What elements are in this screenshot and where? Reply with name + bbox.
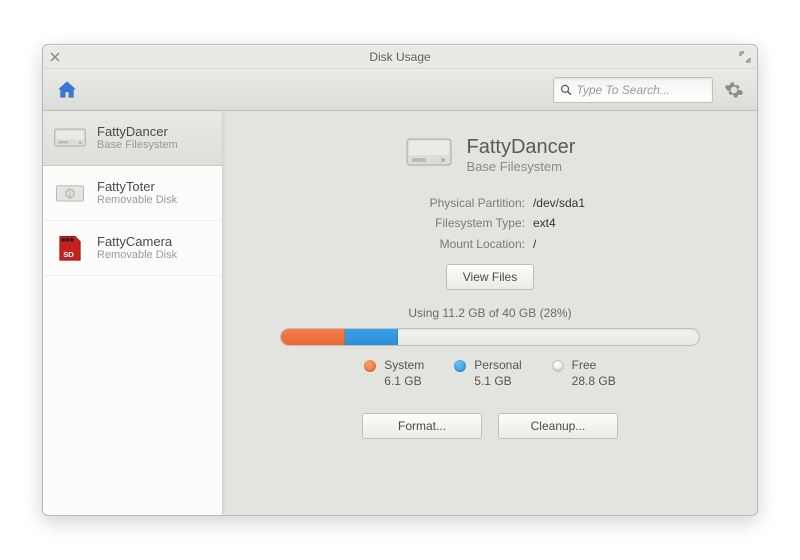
legend-value: 5.1 GB: [474, 374, 521, 390]
legend-dot-icon: [552, 360, 564, 372]
settings-button[interactable]: [721, 77, 747, 103]
legend-item-personal: Personal 5.1 GB: [454, 358, 521, 389]
maximize-icon[interactable]: [739, 51, 751, 63]
legend-item-system: System 6.1 GB: [364, 358, 424, 389]
device-subtitle: Base Filesystem: [467, 159, 576, 174]
prop-label-mount: Mount Location:: [395, 234, 525, 254]
usage-segment-system: [281, 329, 345, 345]
search-input[interactable]: [576, 83, 706, 97]
home-icon: [56, 79, 78, 101]
sd-card-icon: SD: [53, 231, 87, 265]
legend-value: 28.8 GB: [572, 374, 616, 390]
hdd-icon: [53, 121, 87, 155]
prop-label-partition: Physical Partition:: [395, 193, 525, 213]
window-title: Disk Usage: [369, 50, 430, 64]
legend-dot-icon: [364, 360, 376, 372]
sidebar-item-fattydancer[interactable]: FattyDancer Base Filesystem: [43, 111, 222, 166]
sidebar-item-fattycamera[interactable]: SD FattyCamera Removable Disk: [43, 221, 222, 276]
usage-summary: Using 11.2 GB of 40 GB (28%): [408, 306, 571, 320]
sidebar: FattyDancer Base Filesystem FattyToter R…: [43, 111, 223, 515]
sidebar-item-label: FattyToter: [97, 179, 177, 195]
sidebar-item-fattytoter[interactable]: FattyToter Removable Disk: [43, 166, 222, 221]
sidebar-item-subtitle: Base Filesystem: [97, 139, 178, 152]
legend-label: Personal: [474, 358, 521, 374]
device-properties: Physical Partition: /dev/sda1 Filesystem…: [395, 193, 585, 254]
legend-label: System: [384, 358, 424, 374]
hdd-icon: [405, 131, 453, 179]
view-files-button[interactable]: View Files: [446, 264, 534, 290]
titlebar: Disk Usage: [43, 45, 757, 69]
sidebar-item-subtitle: Removable Disk: [97, 194, 177, 207]
content-area: FattyDancer Base Filesystem FattyToter R…: [43, 111, 757, 515]
main-panel: FattyDancer Base Filesystem Physical Par…: [223, 111, 757, 515]
format-button[interactable]: Format...: [362, 413, 482, 439]
search-icon: [560, 83, 572, 97]
prop-value-partition: /dev/sda1: [533, 193, 585, 213]
svg-text:SD: SD: [63, 249, 74, 258]
usage-segment-personal: [345, 329, 398, 345]
legend-item-free: Free 28.8 GB: [552, 358, 616, 389]
close-icon[interactable]: [49, 51, 61, 63]
device-header: FattyDancer Base Filesystem: [405, 131, 576, 179]
legend-dot-icon: [454, 360, 466, 372]
toolbar: [43, 69, 757, 111]
app-window: Disk Usage: [42, 44, 758, 516]
gear-icon: [724, 80, 744, 100]
device-title: FattyDancer: [467, 136, 576, 159]
sidebar-item-subtitle: Removable Disk: [97, 249, 177, 262]
usage-bar: [280, 328, 700, 346]
usb-drive-icon: [53, 176, 87, 210]
prop-label-fstype: Filesystem Type:: [395, 213, 525, 233]
prop-value-fstype: ext4: [533, 213, 556, 233]
usage-legend: System 6.1 GB Personal 5.1 GB Free 28.: [364, 358, 615, 389]
legend-label: Free: [572, 358, 616, 374]
cleanup-button[interactable]: Cleanup...: [498, 413, 618, 439]
sidebar-item-label: FattyDancer: [97, 124, 178, 140]
sidebar-item-label: FattyCamera: [97, 234, 177, 250]
legend-value: 6.1 GB: [384, 374, 424, 390]
home-button[interactable]: [53, 76, 81, 104]
search-field[interactable]: [553, 77, 713, 103]
prop-value-mount: /: [533, 234, 536, 254]
